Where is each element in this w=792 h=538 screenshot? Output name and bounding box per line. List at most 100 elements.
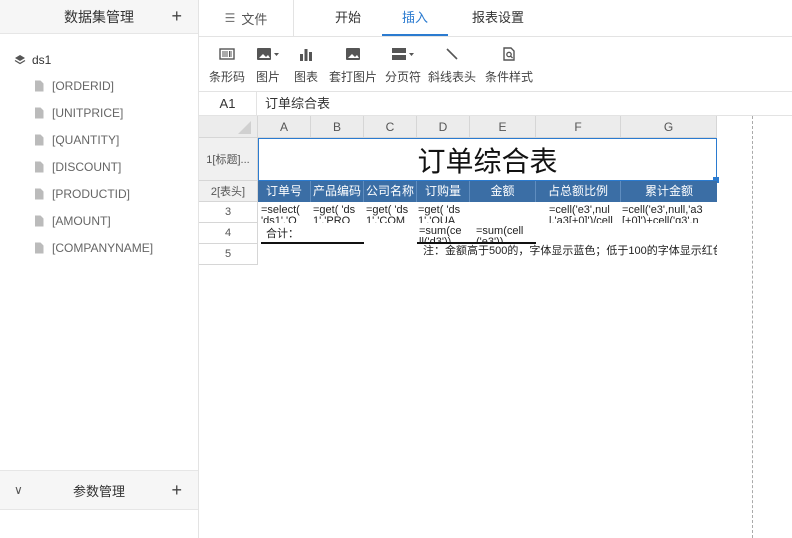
condition-style-button[interactable]: 条件样式	[484, 45, 534, 87]
header-cell-c[interactable]: 公司名称	[364, 181, 417, 202]
field-label: [COMPANYNAME]	[52, 240, 154, 255]
column-header-a[interactable]: A	[258, 116, 311, 138]
header-cell-a[interactable]: 订单号	[258, 181, 311, 202]
diagonal-line-icon	[445, 45, 459, 63]
cell-b3[interactable]: =get( 'ds 1','PRO	[313, 205, 364, 223]
document-icon	[35, 242, 44, 253]
dataset-panel-header: 数据集管理 +	[0, 0, 198, 34]
formula-bar: A1 订单综合表	[199, 92, 792, 116]
page-break-label: 分页符	[384, 70, 421, 84]
column-header-g[interactable]: G	[621, 116, 717, 138]
document-icon	[35, 80, 44, 91]
dataset-tree: ds1 [ORDERID] [UNITPRICE] [QUANTITY] [DISCO…	[0, 34, 198, 261]
cell-g3[interactable]: =cell('e3',null,'a3 [+0]')+cell('g3',n	[622, 205, 717, 223]
cell-d4[interactable]: =sum(ce ll('d3'))	[419, 226, 470, 243]
field-item[interactable]: [PRODUCTID]	[0, 180, 198, 207]
field-label: [AMOUNT]	[52, 213, 111, 228]
param-panel-header[interactable]: ∨ 参数管理 +	[0, 470, 198, 510]
cell-d3[interactable]: =get( 'ds 1','QUA	[418, 205, 470, 223]
insert-toolbar: 条形码 图片 图表 套打图片 分页符 斜线表头 条件样式	[199, 37, 792, 92]
formula-input[interactable]: 订单综合表	[265, 92, 330, 115]
report-title-cell[interactable]: 订单综合表	[258, 138, 717, 181]
barcode-icon	[219, 45, 235, 63]
row-header-4[interactable]: 4	[199, 223, 258, 244]
plus-icon[interactable]: +	[171, 480, 182, 500]
tab-report-settings[interactable]: 报表设置	[461, 0, 535, 36]
diagonal-header-label: 斜线表头	[428, 70, 477, 84]
field-item[interactable]: [ORDERID]	[0, 72, 198, 99]
param-panel-title: 参数管理	[72, 483, 125, 499]
document-icon	[35, 107, 44, 118]
field-label: [UNITPRICE]	[52, 105, 124, 120]
field-label: [DISCOUNT]	[52, 159, 122, 174]
column-header-f[interactable]: F	[536, 116, 621, 138]
condition-style-label: 条件样式	[484, 70, 533, 84]
tab-insert[interactable]: 插入	[382, 0, 448, 36]
image-label: 图片	[255, 70, 280, 84]
dataset-panel-title: 数据集管理	[64, 8, 134, 25]
dataset-panel: 数据集管理 + ds1 [ORDERID] [UNITPRICE] [QUANTIT…	[0, 0, 199, 538]
barcode-button[interactable]: 条形码	[207, 45, 247, 87]
page-boundary-line	[752, 116, 753, 538]
page-break-icon	[391, 45, 415, 63]
overlay-image-button[interactable]: 套打图片	[328, 45, 378, 87]
tab-start[interactable]: 开始	[321, 0, 375, 36]
column-header-e[interactable]: E	[470, 116, 536, 138]
bar-chart-icon	[299, 45, 313, 63]
document-icon	[35, 215, 44, 226]
chart-button[interactable]: 图表	[292, 45, 320, 87]
column-header-b[interactable]: B	[311, 116, 364, 138]
field-item[interactable]: [QUANTITY]	[0, 126, 198, 153]
header-cell-d[interactable]: 订购量	[417, 181, 470, 202]
chevron-down-icon[interactable]: ∨	[14, 483, 23, 497]
diagonal-header-button[interactable]: 斜线表头	[428, 45, 476, 87]
layers-icon	[14, 55, 26, 65]
total-underline-left	[261, 242, 364, 244]
file-menu[interactable]: ☰ 文件	[199, 0, 294, 36]
image-dropdown-icon	[256, 45, 280, 63]
row-header-1[interactable]: 1[标题]...	[199, 138, 258, 181]
dataset-name: ds1	[32, 53, 52, 67]
field-item[interactable]: [DISCOUNT]	[0, 153, 198, 180]
image-icon	[345, 45, 361, 63]
cell-f3[interactable]: =cell('e3',nul l,'a3[+0]')/cell	[549, 205, 621, 223]
field-item[interactable]: [AMOUNT]	[0, 207, 198, 234]
image-button[interactable]: 图片	[253, 45, 283, 87]
header-cell-b[interactable]: 产品编码	[311, 181, 364, 202]
overlay-image-label: 套打图片	[328, 70, 377, 84]
column-header-d[interactable]: D	[417, 116, 470, 138]
field-item[interactable]: [UNITPRICE]	[0, 99, 198, 126]
menu-icon: ☰	[224, 11, 236, 25]
condition-style-icon	[502, 45, 516, 63]
field-label: [PRODUCTID]	[52, 186, 130, 201]
cell-e4[interactable]: =sum(cell ('e3'))	[476, 226, 536, 243]
field-label: [QUANTITY]	[52, 132, 120, 147]
header-cell-f[interactable]: 占总额比例	[536, 181, 621, 202]
row-header-5[interactable]: 5	[199, 244, 258, 265]
dataset-node-ds1[interactable]: ds1	[0, 48, 198, 72]
document-icon	[35, 161, 44, 172]
row-header-2[interactable]: 2[表头]	[199, 181, 258, 202]
row-header-3[interactable]: 3	[199, 202, 258, 223]
header-cell-e[interactable]: 金额	[470, 181, 536, 202]
field-item[interactable]: [COMPANYNAME]	[0, 234, 198, 261]
cell-d5-note[interactable]: 注：金额高于500的，字体显示蓝色；低于100的字体显示红色	[423, 244, 717, 262]
document-icon	[35, 188, 44, 199]
cell-a3[interactable]: =select( 'ds1','O	[261, 205, 311, 223]
cell-e3[interactable]	[472, 205, 536, 223]
report-sheet[interactable]: A B C D E F G 1[标题]... 2[表头] 3 4 5 订单综合表…	[199, 116, 792, 538]
page-break-button[interactable]: 分页符	[384, 45, 422, 87]
column-header-c[interactable]: C	[364, 116, 417, 138]
menu-bar: ☰ 文件 开始 插入 报表设置	[199, 0, 792, 37]
select-all-corner[interactable]	[199, 116, 258, 138]
file-menu-label: 文件	[241, 11, 268, 27]
chart-label: 图表	[293, 70, 318, 84]
document-icon	[35, 134, 44, 145]
cell-reference[interactable]: A1	[199, 92, 257, 115]
cell-c3[interactable]: =get( 'ds 1','COM	[366, 205, 417, 223]
field-label: [ORDERID]	[52, 78, 115, 93]
plus-icon[interactable]: +	[171, 6, 182, 26]
barcode-label: 条形码	[208, 70, 245, 84]
header-cell-g[interactable]: 累计金额	[621, 181, 717, 202]
cell-a4-total[interactable]: 合计：	[266, 227, 310, 241]
